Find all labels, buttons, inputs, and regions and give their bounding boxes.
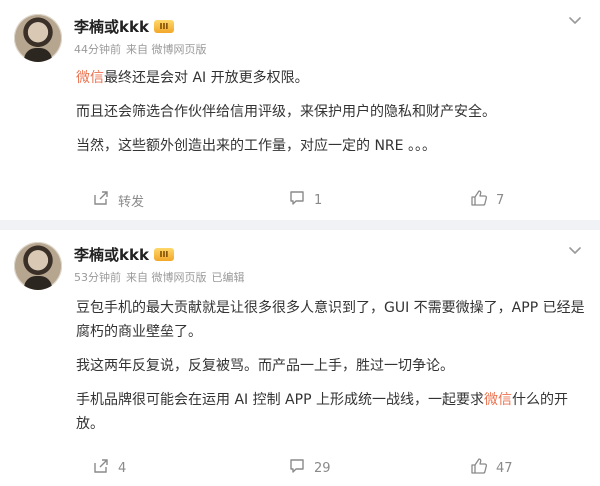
post-content: 豆包手机的最大贡献就是让很多很多人意识到了，GUI 不需要微操了，APP 已经是… — [76, 296, 586, 446]
post-time[interactable]: 44分钟前 — [74, 41, 121, 57]
paragraph-text: 豆包手机的最大贡献就是让很多很多人意识到了，GUI 不需要微操了，APP 已经是… — [76, 300, 585, 340]
topic-link[interactable]: 微信 — [76, 70, 104, 86]
post-paragraph: 手机品牌很可能会在运用 AI 控制 APP 上形成统一战线，一起要求微信什么的开… — [76, 388, 586, 436]
like-count: 47 — [496, 460, 513, 476]
edited-label[interactable]: 已编辑 — [212, 269, 245, 285]
paragraph-text: 当然，这些额外创造出来的工作量，对应一定的 NRE 。。。 — [76, 138, 436, 154]
post-content: 微信最终还是会对 AI 开放更多权限。 而且还会筛选合作伙伴给信用评级，来保护用… — [76, 66, 586, 168]
post-paragraph: 当然，这些额外创造出来的工作量，对应一定的 NRE 。。。 — [76, 134, 586, 158]
repost-icon — [92, 189, 110, 211]
like-icon — [470, 457, 488, 479]
repost-button[interactable]: 转发 — [92, 190, 144, 210]
comment-count: 29 — [314, 460, 331, 476]
post-paragraph: 微信最终还是会对 AI 开放更多权限。 — [76, 66, 586, 90]
name-row: 李楠或kkk III — [74, 244, 245, 264]
name-row: 李楠或kkk III — [74, 16, 207, 36]
post-header: 李楠或kkk III 44分钟前 来自 微博网页版 — [14, 14, 207, 62]
post-header: 李楠或kkk III 53分钟前 来自 微博网页版 已编辑 — [14, 242, 245, 290]
post-paragraph: 我这两年反复说，反复被骂。而产品一上手，胜过一切争论。 — [76, 354, 586, 378]
username[interactable]: 李楠或kkk — [74, 16, 149, 37]
like-count: 7 — [496, 192, 505, 208]
repost-count: 4 — [118, 460, 127, 476]
comment-count: 1 — [314, 192, 323, 208]
chevron-down-icon[interactable] — [566, 242, 584, 260]
avatar[interactable] — [14, 242, 62, 290]
repost-icon — [92, 457, 110, 479]
comment-button[interactable]: 1 — [288, 190, 322, 210]
post-card-1: 李楠或kkk III 44分钟前 来自 微博网页版 微信最终还是会对 AI 开放… — [0, 0, 600, 220]
paragraph-text: 最终还是会对 AI 开放更多权限。 — [104, 70, 309, 86]
post-card-2: 李楠或kkk III 53分钟前 来自 微博网页版 已编辑 豆包手机的最大贡献就… — [0, 230, 600, 486]
like-icon — [470, 189, 488, 211]
paragraph-text: 手机品牌很可能会在运用 AI 控制 APP 上形成统一战线，一起要求 — [76, 392, 484, 408]
post-subline: 44分钟前 来自 微博网页版 — [74, 41, 207, 57]
post-subline: 53分钟前 来自 微博网页版 已编辑 — [74, 269, 245, 285]
post-actions: 4 29 47 — [0, 452, 600, 484]
feed-gap — [0, 220, 600, 230]
paragraph-text: 我这两年反复说，反复被骂。而产品一上手，胜过一切争论。 — [76, 358, 454, 374]
repost-label: 转发 — [118, 194, 145, 210]
post-paragraph: 豆包手机的最大贡献就是让很多很多人意识到了，GUI 不需要微操了，APP 已经是… — [76, 296, 586, 344]
vip-badge: III — [153, 247, 174, 261]
chevron-down-icon[interactable] — [566, 12, 584, 30]
comment-icon — [288, 189, 306, 211]
post-source: 来自 微博网页版 — [126, 271, 207, 284]
username[interactable]: 李楠或kkk — [74, 244, 149, 265]
post-meta: 李楠或kkk III 44分钟前 来自 微博网页版 — [74, 14, 207, 62]
vip-badge: III — [153, 19, 174, 33]
paragraph-text: 而且还会筛选合作伙伴给信用评级，来保护用户的隐私和财产安全。 — [76, 104, 496, 120]
comment-button[interactable]: 29 — [288, 458, 331, 478]
post-source: 来自 微博网页版 — [126, 43, 207, 56]
repost-button[interactable]: 4 — [92, 458, 126, 478]
like-button[interactable]: 47 — [470, 458, 513, 478]
post-time[interactable]: 53分钟前 — [74, 269, 121, 285]
topic-link[interactable]: 微信 — [484, 392, 512, 408]
post-paragraph: 而且还会筛选合作伙伴给信用评级，来保护用户的隐私和财产安全。 — [76, 100, 586, 124]
post-meta: 李楠或kkk III 53分钟前 来自 微博网页版 已编辑 — [74, 242, 245, 290]
comment-icon — [288, 457, 306, 479]
like-button[interactable]: 7 — [470, 190, 504, 210]
avatar[interactable] — [14, 14, 62, 62]
post-actions: 转发 1 7 — [0, 184, 600, 216]
